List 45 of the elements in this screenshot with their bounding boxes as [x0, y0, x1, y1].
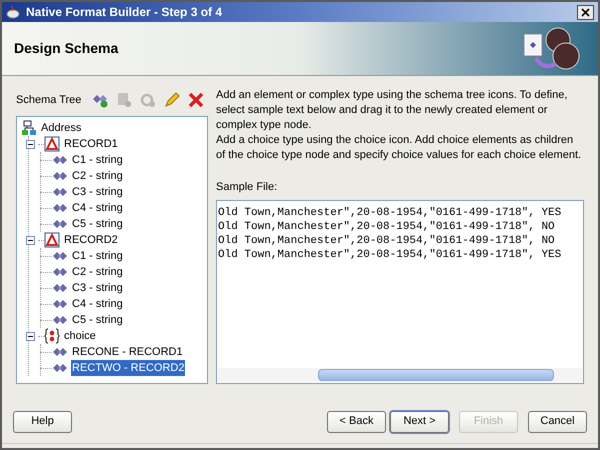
- sample-line: Old Town,Manchester",20-08-1954,"0161-499-1718", NO: [218, 220, 556, 234]
- cancel-button[interactable]: Cancel: [528, 410, 587, 432]
- tree-node[interactable]: RECONE - RECORD1: [71, 344, 184, 360]
- cup-icon: [6, 5, 22, 19]
- tree-label: Schema Tree: [16, 92, 82, 108]
- expander-icon[interactable]: [26, 140, 35, 148]
- tree-node[interactable]: C5 - string: [71, 312, 124, 328]
- tree-node[interactable]: C2 - string: [71, 264, 124, 280]
- next-button[interactable]: Next >: [390, 410, 449, 432]
- tree-node[interactable]: C1 - string: [71, 152, 124, 168]
- close-icon: [581, 8, 590, 16]
- tree-node[interactable]: C2 - string: [71, 168, 124, 184]
- hierarchy-icon: [21, 120, 37, 136]
- sample-line: Old Town,Manchester",20-08-1954,"0161-499-1718", YES: [218, 248, 562, 262]
- instruction-text: Add a choice type using the choice icon. Add choice elements as children of the choice type node and specify choice values for each choice element.: [216, 133, 582, 163]
- page-title: Design Schema: [14, 39, 118, 58]
- horizontal-scrollbar[interactable]: [218, 368, 582, 382]
- record-icon: [44, 232, 60, 248]
- delete-button[interactable]: [187, 91, 206, 109]
- pencil-button[interactable]: [163, 91, 182, 109]
- scrollbar-thumb[interactable]: [318, 368, 554, 380]
- window-title: Native Format Builder - Step 3 of 4: [26, 4, 222, 21]
- tree-node[interactable]: RECTWO - RECORD2: [71, 360, 186, 376]
- sample-file-label: Sample File:: [216, 180, 278, 195]
- tree-node[interactable]: RECORD1: [63, 136, 119, 152]
- tree-node[interactable]: C3 - string: [71, 184, 124, 200]
- sample-line: Old Town,Manchester",20-08-1954,"0161-499-1718", YES: [218, 206, 562, 220]
- tree-node[interactable]: C4 - string: [71, 200, 124, 216]
- choice-icon: [44, 328, 60, 344]
- tree-node[interactable]: C4 - string: [71, 296, 124, 312]
- sample-file-area[interactable]: [216, 200, 584, 384]
- instruction-text: Add an element or complex type using the schema tree icons. To define, select sample text below and drag it to the newly created element or complex type node.: [216, 88, 568, 133]
- tree-node[interactable]: Address: [40, 120, 82, 136]
- tree-node[interactable]: C3 - string: [71, 280, 124, 296]
- back-button[interactable]: < Back: [327, 410, 386, 432]
- help-button[interactable]: Help: [13, 410, 72, 432]
- sample-line: Old Town,Manchester",20-08-1954,"0161-499-1718", NO: [218, 234, 556, 248]
- tree-node[interactable]: RECORD2: [63, 232, 119, 248]
- close-button[interactable]: [577, 4, 594, 20]
- tree-node[interactable]: C1 - string: [71, 248, 124, 264]
- tree-node[interactable]: choice: [63, 328, 97, 344]
- tree-node[interactable]: C5 - string: [71, 216, 124, 232]
- record-icon: [44, 136, 60, 152]
- expander-icon[interactable]: [26, 332, 35, 340]
- expander-icon[interactable]: [26, 236, 35, 244]
